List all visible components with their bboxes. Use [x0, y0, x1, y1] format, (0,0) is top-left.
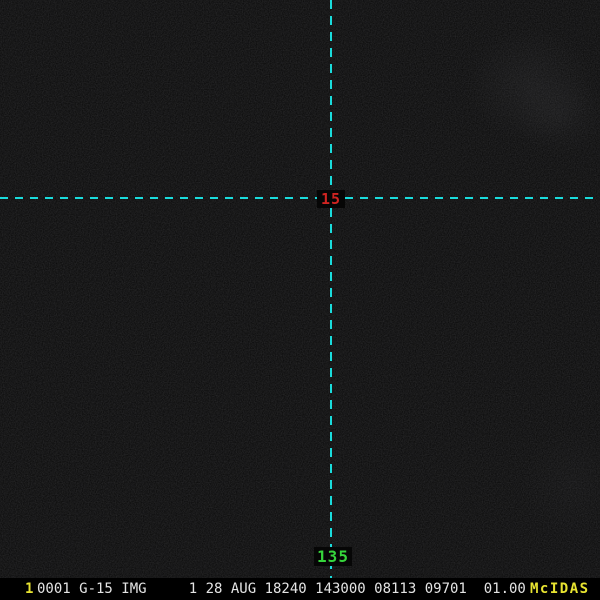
vertical-line-coordinate-label: 135	[314, 547, 352, 566]
status-bar: 1 0001 G-15 IMG 1 28 AUG 18240 143000 08…	[0, 578, 600, 600]
mcidas-image-display[interactable]: 15 135 1 0001 G-15 IMG 1 28 AUG 18240 14…	[0, 0, 600, 600]
cursor-crosshair-horizontal-line	[0, 197, 600, 199]
cursor-readout-label: 15	[316, 190, 346, 208]
mcidas-logo: McIDAS	[530, 581, 590, 597]
satellite-image-noise	[0, 0, 600, 579]
frame-number: 1	[25, 581, 34, 597]
frame-info-text: 0001 G-15 IMG 1 28 AUG 18240 143000 0811…	[37, 581, 526, 597]
cursor-crosshair-vertical-line	[330, 0, 332, 581]
